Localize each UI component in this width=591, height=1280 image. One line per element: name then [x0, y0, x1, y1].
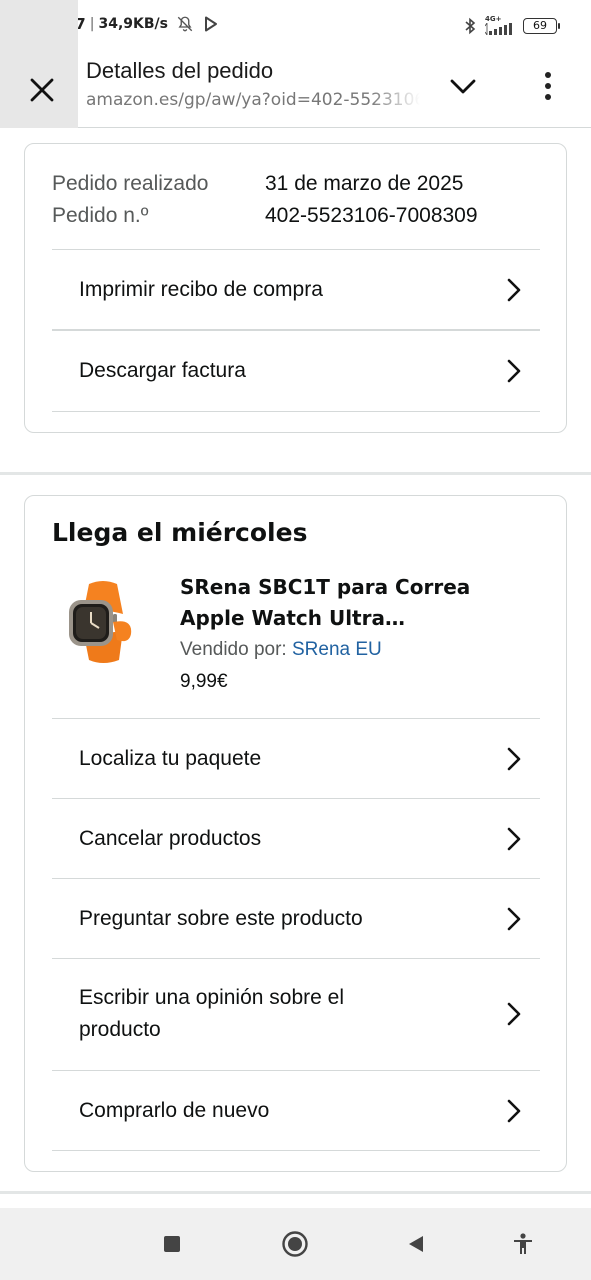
watch-product-image[interactable]: [59, 578, 147, 666]
write-review-label: Escribir una opinión sobre el producto: [79, 986, 344, 1041]
back-triangle-icon[interactable]: [398, 1226, 434, 1262]
seller-link[interactable]: SRena EU: [292, 639, 382, 660]
order-number-row: Pedido n.º 402-5523106-7008309: [52, 200, 532, 232]
write-review-row[interactable]: Escribir una opinión sobre el producto: [52, 959, 540, 1069]
network-type-label: 4G+: [485, 15, 502, 23]
chevron-right-icon: [507, 747, 521, 770]
close-button-area: [0, 0, 78, 128]
cancel-products-label: Cancelar productos: [79, 826, 262, 850]
buy-again-row[interactable]: Comprarlo de nuevo: [52, 1071, 540, 1150]
close-icon: [29, 77, 55, 103]
download-invoice-row[interactable]: Descargar factura: [52, 331, 540, 410]
close-button[interactable]: [22, 70, 62, 110]
section-separator: [0, 472, 591, 475]
section-separator: [0, 1191, 591, 1194]
order-meta: Pedido realizado 31 de marzo de 2025 Ped…: [52, 168, 532, 232]
track-package-row[interactable]: Localiza tu paquete: [52, 719, 540, 798]
order-date-value: 31 de marzo de 2025: [265, 172, 464, 195]
battery-icon: 69: [523, 17, 560, 34]
status-bar: 17:27 | 34,9KB/s 4G+ 69: [0, 0, 591, 50]
ask-product-row[interactable]: Preguntar sobre este producto: [52, 879, 540, 958]
chevron-right-icon: [507, 1099, 521, 1122]
track-package-label: Localiza tu paquete: [79, 746, 262, 770]
chevron-right-icon: [507, 827, 521, 850]
divider: [52, 411, 540, 412]
page-title: Detalles del pedido: [86, 58, 274, 83]
download-invoice-label: Descargar factura: [79, 358, 246, 382]
shipment-card: Llega el miércoles SRena SBC1T para Corr…: [24, 495, 567, 1172]
chevron-right-icon: [507, 278, 521, 301]
buy-again-label: Comprarlo de nuevo: [79, 1098, 270, 1122]
order-date-label: Pedido realizado: [52, 172, 209, 195]
status-data-rate: 34,9KB/s: [98, 16, 168, 32]
cancel-products-row[interactable]: Cancelar productos: [52, 799, 540, 878]
more-vert-icon[interactable]: [532, 68, 564, 104]
system-nav-bar: [0, 1208, 591, 1280]
chevron-right-icon: [507, 907, 521, 930]
chevron-right-icon: [507, 359, 521, 382]
status-right: 4G+ 69: [463, 16, 560, 35]
accessibility-icon[interactable]: [505, 1226, 541, 1262]
bell-off-icon: [176, 15, 194, 33]
play-store-icon: [204, 16, 218, 32]
bluetooth-icon: [463, 17, 477, 35]
print-receipt-row[interactable]: Imprimir recibo de compra: [52, 250, 540, 329]
order-date-row: Pedido realizado 31 de marzo de 2025: [52, 168, 532, 200]
product-price: 9,99€: [180, 671, 228, 692]
order-number-label: Pedido n.º: [52, 204, 149, 227]
recents-square-icon[interactable]: [154, 1226, 190, 1262]
signal-icon: 4G+: [485, 16, 515, 35]
status-separator: |: [89, 16, 95, 32]
divider: [52, 1150, 540, 1151]
ask-product-label: Preguntar sobre este producto: [79, 906, 363, 930]
chevron-right-icon: [507, 1002, 521, 1026]
product-title[interactable]: SRena SBC1T para Correa Apple Watch Ultr…: [180, 572, 540, 634]
page-url[interactable]: amazon.es/gp/aw/ya?oid=402-5523106-70083…: [86, 90, 420, 110]
order-number-value: 402-5523106-7008309: [265, 204, 478, 227]
arrival-heading: Llega el miércoles: [52, 518, 308, 547]
sold-by-label: Vendido por:: [180, 639, 287, 660]
sold-by: Vendido por: SRena EU: [180, 639, 382, 661]
print-receipt-label: Imprimir recibo de compra: [79, 277, 323, 301]
home-circle-icon[interactable]: [277, 1226, 313, 1262]
app-header: Detalles del pedido amazon.es/gp/aw/ya?o…: [0, 0, 591, 128]
order-summary-card: Pedido realizado 31 de marzo de 2025 Ped…: [24, 143, 567, 433]
expand-header-button[interactable]: [446, 70, 480, 104]
chevron-down-icon: [450, 79, 476, 95]
